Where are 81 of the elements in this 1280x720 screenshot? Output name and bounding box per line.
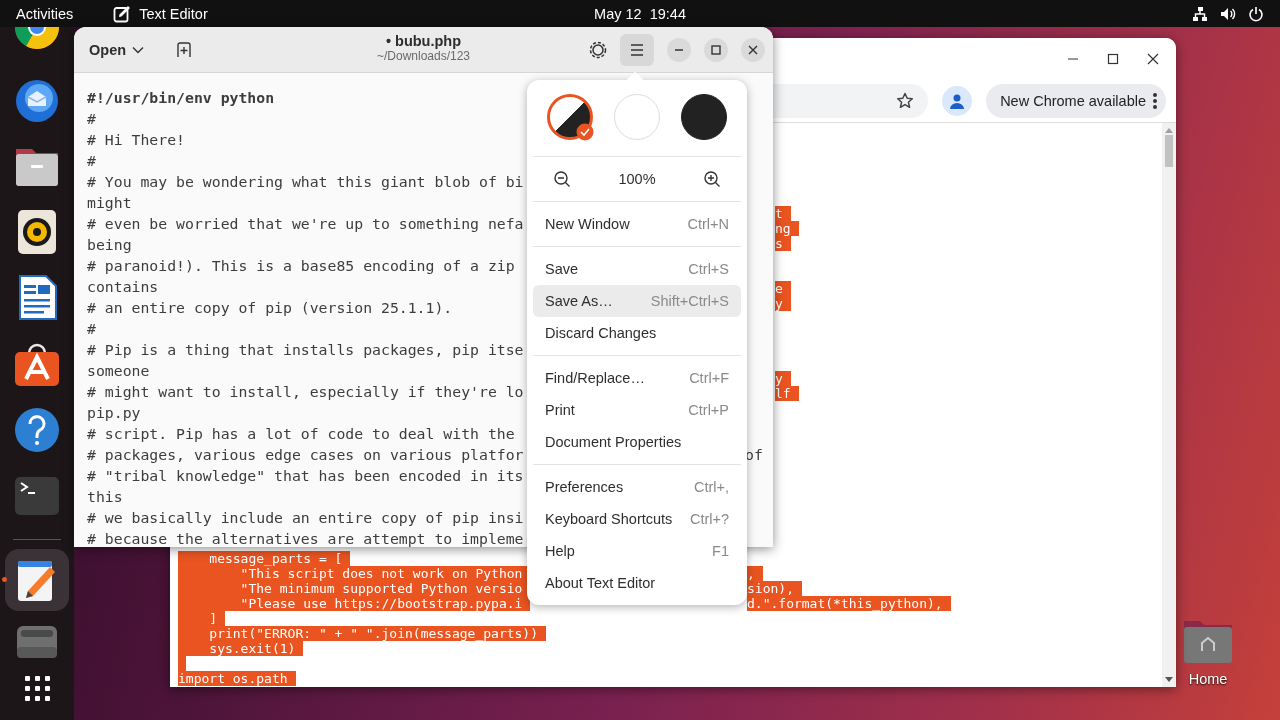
minimize-icon[interactable] — [1067, 58, 1079, 60]
clock[interactable]: May 12 19:44 — [594, 5, 686, 22]
code-line: this — [87, 488, 123, 505]
menu-item[interactable]: Find/Replace… Ctrl+F — [533, 362, 741, 394]
open-button[interactable]: Open — [82, 35, 152, 64]
code-line: someone — [87, 362, 150, 379]
help-icon — [14, 407, 60, 453]
caret-icon — [132, 45, 145, 54]
star-icon[interactable] — [896, 92, 915, 110]
network-icon[interactable] — [1192, 5, 1208, 22]
zoom-level: 100% — [618, 171, 656, 187]
close-icon — [748, 44, 758, 55]
code-line: # You may be wondering what this giant blob of bi — [87, 173, 524, 190]
person-icon — [949, 93, 966, 109]
code-line: # might want to install, especially if they're lo — [87, 383, 524, 400]
minimize-button[interactable] — [667, 37, 691, 62]
scroll-down-icon[interactable] — [1165, 677, 1173, 683]
code-line: # even be worried that we're up to something nefa — [87, 215, 524, 232]
drive-icon — [16, 625, 58, 659]
window-title: • bubu.php — [385, 33, 462, 49]
menu-item[interactable]: New Window Ctrl+N — [533, 208, 741, 240]
running-indicator — [2, 577, 7, 582]
code-line: # an entire copy of pip (version 25.1.1). — [87, 299, 453, 316]
shopping-bag-icon — [14, 341, 60, 387]
app-menu-label[interactable]: Text Editor — [139, 5, 208, 22]
code-line: # Hi There! — [87, 131, 185, 148]
menu-item[interactable]: Keyboard Shortcuts Ctrl+? — [533, 503, 741, 535]
minimize-icon — [674, 48, 684, 51]
power-icon[interactable] — [1248, 5, 1264, 22]
menu-item[interactable]: Document Properties — [533, 426, 741, 458]
theme-option[interactable] — [680, 94, 727, 140]
menu-item[interactable]: Discard Changes — [533, 317, 741, 349]
more-icon — [1152, 92, 1158, 110]
code-line: # "tribal knowledge" that has been encoded in its — [87, 467, 524, 484]
menu-item[interactable]: Help F1 — [533, 535, 741, 567]
maximize-icon[interactable] — [1107, 53, 1119, 65]
zoom-out-icon[interactable] — [553, 170, 571, 188]
zoom-in-icon[interactable] — [703, 170, 721, 188]
close-icon[interactable] — [1147, 53, 1159, 65]
code-line: # paranoid!). This is a base85 encoding of a zip — [87, 257, 515, 274]
maximize-icon — [711, 44, 721, 55]
mail-icon — [14, 77, 60, 123]
code-line: contains — [87, 278, 159, 295]
code-line: # — [87, 320, 96, 337]
menu-item[interactable]: Save Ctrl+S — [533, 253, 741, 285]
code-line: # script. Pip has a lot of code to deal with the — [87, 425, 515, 442]
activities-button[interactable]: Activities — [16, 5, 74, 22]
theme-option[interactable] — [547, 94, 594, 140]
new-tab-icon[interactable] — [176, 41, 193, 58]
notepad-icon — [113, 4, 132, 23]
menu-button[interactable] — [620, 33, 654, 66]
dock-item[interactable] — [5, 549, 69, 611]
close-button[interactable] — [741, 37, 765, 62]
check-icon — [576, 123, 595, 141]
code-line: # — [87, 152, 96, 169]
menu-icon — [630, 43, 644, 56]
code-line: # because the alternatives are attempt to impleme — [87, 530, 524, 547]
code-line: pip.py — [87, 404, 141, 421]
document-icon — [17, 275, 57, 321]
profile-button[interactable] — [942, 86, 973, 116]
update-button[interactable]: New Chrome available — [986, 84, 1166, 118]
code-line: being — [87, 236, 132, 253]
menu-item[interactable]: Save As… Shift+Ctrl+S — [533, 285, 741, 317]
app-grid-icon[interactable] — [22, 673, 52, 703]
desktop-icon-label[interactable]: Home — [1188, 671, 1228, 687]
maximize-button[interactable] — [704, 37, 728, 62]
menu-item[interactable]: Print Ctrl+P — [533, 394, 741, 426]
menu-item[interactable]: Preferences Ctrl+, — [533, 471, 741, 503]
gear-icon[interactable] — [589, 40, 607, 59]
code-line: # we basically include an entire copy of pip insi — [87, 509, 524, 526]
code-line: # — [87, 110, 96, 127]
code-line: might — [87, 194, 132, 211]
menu-item[interactable]: About Text Editor — [533, 567, 741, 599]
speaker-icon — [17, 209, 57, 255]
scrollbar[interactable] — [1162, 123, 1176, 687]
file-path: ~/Downloads/123 — [376, 49, 471, 63]
code-line: # packages, various edge cases on various platfor — [87, 446, 524, 463]
terminal-icon — [15, 477, 59, 515]
scroll-thumb[interactable] — [1165, 135, 1173, 167]
code-line: # Pip is a thing that installs packages, pip itse — [87, 341, 524, 358]
code-line: #!/usr/bin/env python — [87, 89, 275, 106]
